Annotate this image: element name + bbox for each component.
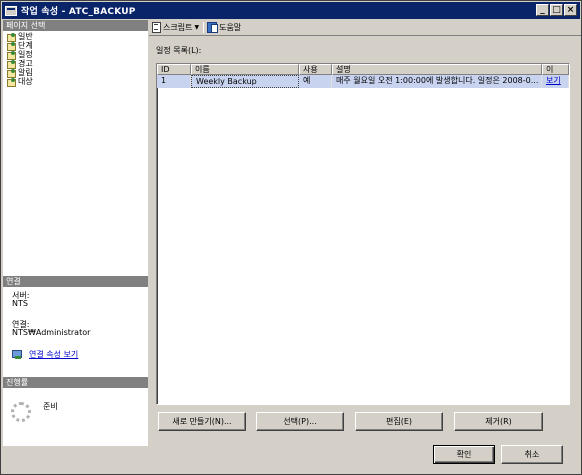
minimize-button[interactable]: _ [536, 4, 549, 16]
page-settings-icon [7, 77, 16, 87]
connection-header: 연결 [3, 276, 148, 287]
column-header-action[interactable]: 이 [542, 64, 569, 75]
page-item-label: 경고 [18, 59, 33, 68]
grid-header: ID 이름 사용 설명 이 [157, 64, 569, 75]
right-panel: 스크립트 ▼ 도움말 일정 목록(L): ID 이름 사용 설명 이 1 Wee… [149, 20, 581, 446]
page-item-label: 일반 [18, 32, 33, 41]
chevron-down-icon[interactable]: ▼ [194, 24, 199, 31]
page-settings-icon [7, 68, 16, 78]
page-item-steps[interactable]: 단계 [3, 41, 148, 51]
select-schedule-button[interactable]: 선택(P)... [256, 412, 344, 431]
page-item-label: 단계 [18, 41, 33, 50]
script-button[interactable]: 스크립트 ▼ [151, 22, 199, 33]
page-item-general[interactable]: 일반 [3, 32, 148, 42]
cell-name[interactable]: Weekly Backup [191, 75, 299, 88]
page-item-alerts[interactable]: 경고 [3, 59, 148, 69]
script-label: 스크립트 [163, 22, 193, 32]
edit-schedule-button[interactable]: 편집(E) [355, 412, 443, 431]
page-item-schedules[interactable]: 일정 [3, 50, 148, 60]
help-label: 도움말 [219, 22, 242, 32]
progress-header: 진행률 [3, 377, 148, 388]
table-row[interactable]: 1 Weekly Backup 예 매주 월요일 오전 1:00:00에 발생합… [157, 75, 569, 88]
window-icon [5, 5, 17, 16]
remove-schedule-button[interactable]: 제거(R) [454, 412, 543, 431]
window-title: 작업 속성 - ATC_BACKUP [21, 7, 136, 17]
title-bar[interactable]: 작업 속성 - ATC_BACKUP _ □ × [2, 2, 580, 19]
server-value: NTS [12, 299, 28, 308]
page-settings-icon [7, 59, 16, 69]
maximize-button[interactable]: □ [550, 4, 563, 16]
pages-header: 페이지 선택 [3, 20, 148, 31]
help-button[interactable]: 도움말 [207, 22, 241, 33]
progress-spinner-icon [11, 402, 31, 422]
column-header-id[interactable]: ID [157, 64, 191, 75]
page-settings-icon [7, 32, 16, 42]
column-header-description[interactable]: 설명 [332, 64, 542, 75]
new-schedule-button[interactable]: 새로 만들기(N)... [158, 412, 246, 431]
connection-value: NTS₩Administrator [12, 328, 91, 337]
cell-id: 1 [157, 75, 191, 88]
connection-properties-link-text[interactable]: 연결 속성 보기 [29, 350, 78, 359]
script-icon [151, 22, 161, 33]
page-settings-icon [7, 41, 16, 51]
page-list: 일반 단계 일정 경고 알림 대상 [3, 31, 148, 281]
job-properties-window: 작업 속성 - ATC_BACKUP _ □ × 페이지 선택 일반 단계 일정 [0, 0, 582, 475]
schedule-list-label: 일정 목록(L): [156, 46, 202, 55]
page-item-notifications[interactable]: 알림 [3, 68, 148, 78]
page-item-label: 일정 [18, 50, 33, 59]
page-settings-icon [7, 50, 16, 60]
content-area: 일정 목록(L): ID 이름 사용 설명 이 1 Weekly Backup … [149, 35, 581, 446]
close-button[interactable]: × [564, 4, 577, 16]
toolbar: 스크립트 ▼ 도움말 [149, 20, 581, 34]
help-icon [207, 22, 219, 33]
connection-properties-icon [12, 350, 22, 359]
schedule-grid[interactable]: ID 이름 사용 설명 이 1 Weekly Backup 예 매주 월요일 오… [156, 63, 570, 405]
toolbar-separator [203, 21, 205, 33]
cancel-button[interactable]: 취소 [501, 445, 563, 464]
left-panel: 페이지 선택 일반 단계 일정 경고 알림 대상 연결 서버: NTS 연결: … [3, 20, 148, 446]
column-header-enabled[interactable]: 사용 [299, 64, 332, 75]
column-header-name[interactable]: 이름 [191, 64, 299, 75]
cell-enabled: 예 [299, 75, 332, 88]
connection-properties-link[interactable]: 연결 속성 보기 [12, 350, 148, 359]
cell-action: 보기 [542, 75, 569, 88]
view-schedule-link[interactable]: 보기 [546, 76, 561, 85]
page-item-label: 대상 [18, 77, 33, 86]
progress-section: 준비 [3, 388, 148, 446]
ok-button[interactable]: 확인 [433, 445, 495, 464]
cell-description: 매주 월요일 오전 1:00:00에 발생합니다. 일정은 2008-0... [332, 75, 542, 88]
page-item-label: 알림 [18, 68, 33, 77]
connection-section: 서버: NTS 연결: NTS₩Administrator 연결 속성 보기 [3, 287, 148, 359]
page-item-targets[interactable]: 대상 [3, 77, 148, 87]
server-label: 서버: [12, 291, 30, 300]
window-controls: _ □ × [535, 4, 577, 16]
progress-status: 준비 [43, 402, 58, 411]
